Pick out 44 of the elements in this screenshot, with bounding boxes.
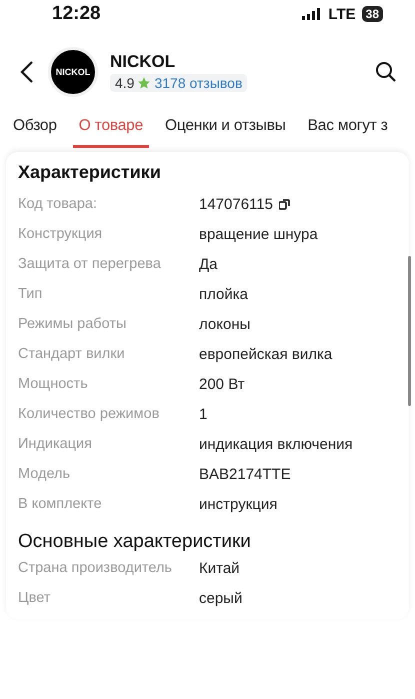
star-icon bbox=[137, 76, 152, 90]
battery-level: 38 bbox=[362, 6, 383, 22]
tab[interactable]: Вас могут з bbox=[302, 110, 394, 148]
spec-value: Китай bbox=[199, 559, 241, 578]
spec-value: 200 Вт bbox=[199, 375, 246, 394]
section-title: Характеристики bbox=[18, 162, 162, 183]
copy-icon[interactable] bbox=[278, 199, 290, 210]
spec-value: BAB2174TTE bbox=[199, 465, 292, 484]
spec-label: Режимы работы bbox=[18, 315, 128, 334]
spec-value: вращение шнура bbox=[199, 225, 319, 244]
spec-label: Стандарт вилки bbox=[18, 345, 126, 364]
spec-label: Модель bbox=[18, 465, 72, 484]
spec-value: серый bbox=[199, 589, 244, 608]
brand-title: NICKOL bbox=[110, 52, 176, 72]
signal-icon bbox=[302, 8, 322, 20]
status-time: 12:28 bbox=[52, 3, 101, 25]
spec-label: Конструкция bbox=[18, 225, 104, 244]
spec-label: Цвет bbox=[18, 589, 52, 608]
spec-label: Индикация bbox=[18, 435, 93, 454]
spec-value: локоны bbox=[199, 315, 252, 334]
spec-value: Да bbox=[199, 255, 219, 274]
spec-value: плойка bbox=[199, 285, 249, 304]
spec-value: инструкция bbox=[199, 495, 278, 514]
tab[interactable]: О товаре bbox=[72, 110, 150, 148]
spec-value: 1 bbox=[199, 405, 208, 424]
spec-label: Количество режимов bbox=[18, 405, 160, 424]
back-icon[interactable] bbox=[20, 60, 34, 84]
brand-logo: NICKOL bbox=[48, 47, 98, 97]
spec-value: индикация включения bbox=[199, 435, 354, 454]
spec-label: Тип bbox=[18, 285, 44, 304]
spec-value: 147076115 bbox=[199, 195, 397, 214]
section-title: Основные характеристики bbox=[18, 531, 252, 553]
spec-label: Страна производитель bbox=[18, 559, 173, 578]
spec-label: Код товара: bbox=[18, 195, 98, 214]
spec-label: В комплекте bbox=[18, 495, 103, 514]
reviews-link[interactable]: 3178 отзывов bbox=[154, 75, 242, 91]
spec-label: Мощность bbox=[18, 375, 89, 394]
network-label: LTE bbox=[328, 6, 356, 22]
search-icon[interactable] bbox=[375, 61, 397, 83]
spec-value: европейская вилка bbox=[199, 345, 334, 364]
tab[interactable]: Оценки и отзывы bbox=[159, 110, 292, 148]
tab[interactable]: Обзор bbox=[7, 110, 63, 148]
spec-label: Защита от перегрева bbox=[18, 255, 162, 274]
rating-value: 4.9 bbox=[115, 75, 134, 91]
